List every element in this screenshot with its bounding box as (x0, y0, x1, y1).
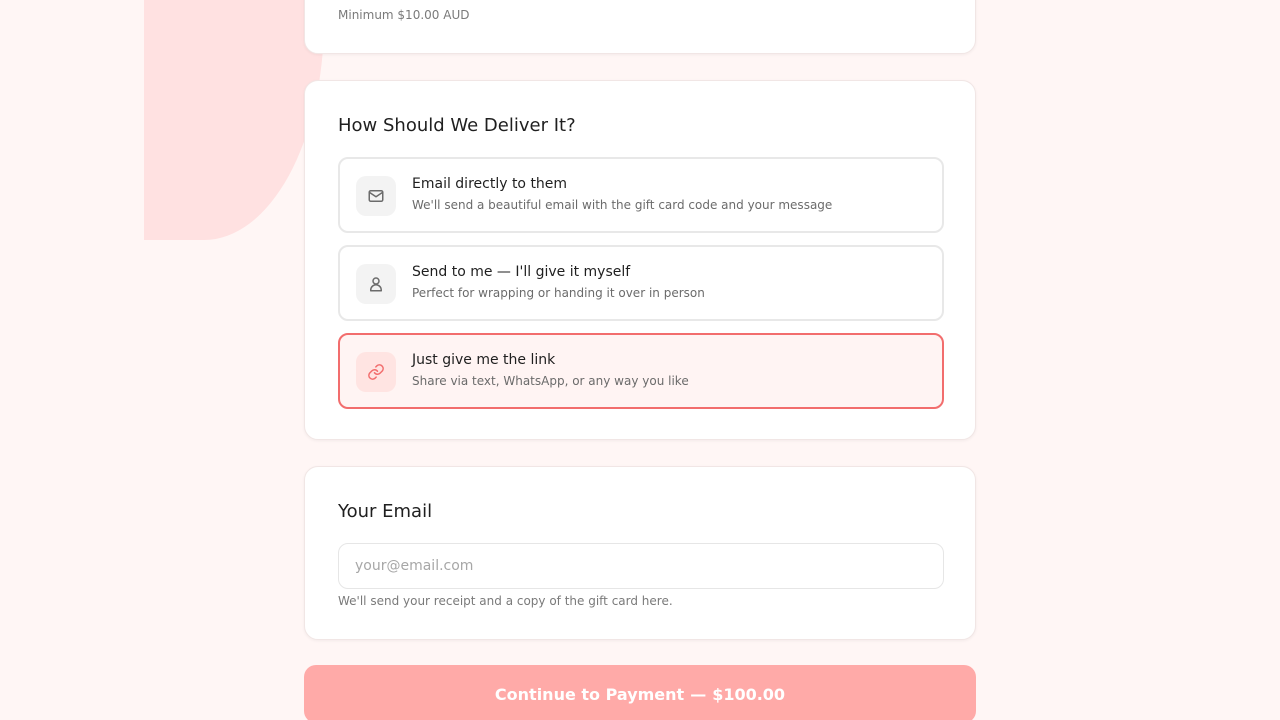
delivery-option-title: Send to me — I'll give it myself (412, 264, 631, 280)
amount-card: Minimum $10.00 AUD (304, 0, 976, 54)
payment-button-label: Continue to Payment (494, 684, 685, 704)
email-help-text: We'll send your receipt and a copy of th… (338, 594, 673, 608)
payment-button-amount: $100.00 (712, 684, 786, 704)
delivery-option-title: Just give me the link (412, 352, 556, 368)
your-email-title: Your Email (338, 501, 433, 522)
delivery-option-email[interactable]: Email directly to them We'll send a beau… (338, 157, 944, 233)
email-input[interactable] (338, 543, 944, 589)
delivery-option-description: Share via text, WhatsApp, or any way you… (412, 374, 689, 388)
delivery-option-self[interactable]: Send to me — I'll give it myself Perfect… (338, 245, 944, 321)
delivery-section-title: How Should We Deliver It? (338, 115, 576, 136)
decorative-blob (144, 0, 324, 240)
mail-icon (356, 176, 396, 216)
your-email-card: Your Email We'll send your receipt and a… (304, 466, 976, 640)
user-icon (356, 264, 396, 304)
delivery-option-description: Perfect for wrapping or handing it over … (412, 286, 705, 300)
link-icon (356, 352, 396, 392)
delivery-option-link[interactable]: Just give me the link Share via text, Wh… (338, 333, 944, 409)
delivery-option-description: We'll send a beautiful email with the gi… (412, 198, 833, 212)
delivery-card: How Should We Deliver It? Email directly… (304, 80, 976, 440)
continue-to-payment-button[interactable]: Continue to Payment — $100.00 (304, 665, 976, 720)
payment-button-separator: — (690, 684, 707, 704)
minimum-amount-note: Minimum $10.00 AUD (338, 8, 470, 22)
delivery-option-title: Email directly to them (412, 176, 568, 192)
